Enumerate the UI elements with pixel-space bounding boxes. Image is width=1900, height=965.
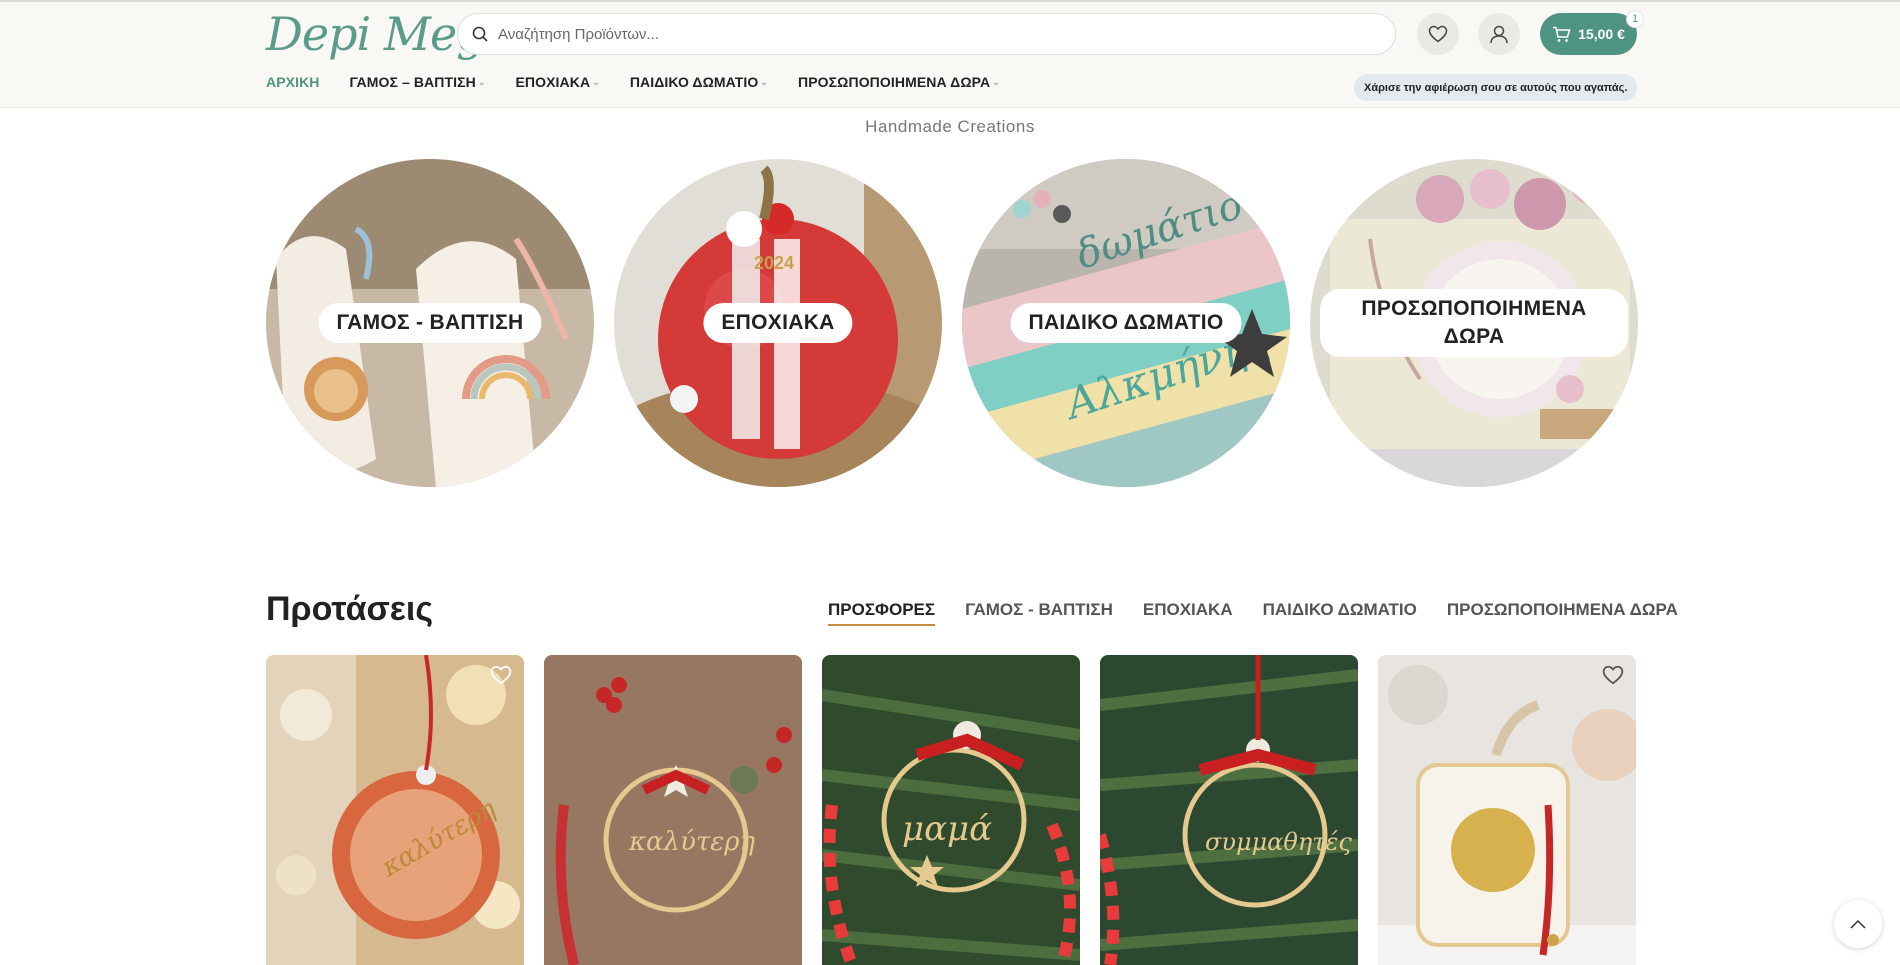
svg-text:συμμαθητές: συμμαθητές — [1205, 828, 1352, 856]
category-label: ΠΑΙΔΙΚΟ ΔΩΜΑΤΙΟ — [1010, 303, 1242, 343]
site-header: Depi Meg 15,00 € 1 ΑΡΧΙΚΗ ΓΑΜΟΣ – ΒΑΠΤΙΣ… — [0, 0, 1900, 108]
chevron-down-icon: ⌄ — [477, 76, 486, 87]
svg-text:καλύτερη: καλύτερη — [628, 827, 756, 857]
account-button[interactable] — [1478, 13, 1520, 55]
category-personalized-gifts[interactable]: ΠΡΟΣΩΠΟΠΟΙΗΜΕΝΑ ΔΩΡΑ — [1310, 159, 1638, 487]
main-navigation: ΑΡΧΙΚΗ ΓΑΜΟΣ – ΒΑΠΤΙΣΗ ⌄ ΕΠΟΧΙΑΚΑ ⌄ ΠΑΙΔΙΚ… — [266, 74, 1030, 90]
chevron-down-icon: ⌄ — [592, 76, 600, 87]
category-wedding-baptism[interactable]: ΓΑΜΟΣ - ΒΑΠΤΙΣΗ — [266, 159, 594, 487]
product-card[interactable]: συμμαθητές — [1100, 655, 1358, 965]
heart-icon — [1602, 665, 1624, 685]
search-bar[interactable] — [457, 13, 1396, 55]
category-label: ΠΡΟΣΩΠΟΠΟΙΗΜΕΝΑ ΔΩΡΑ — [1320, 289, 1628, 357]
product-card[interactable]: μαμά — [822, 655, 1080, 965]
heart-icon — [1428, 25, 1448, 43]
category-label: ΓΑΜΟΣ - ΒΑΠΤΙΣΗ — [318, 303, 542, 343]
svg-text:2024: 2024 — [754, 253, 794, 273]
promo-message: Χάρισε την αφιέρωση σου σε αυτούς που αγ… — [1354, 74, 1638, 101]
cart-button[interactable]: 15,00 € — [1540, 13, 1637, 55]
section-title: Προτάσεις — [266, 590, 434, 628]
site-logo[interactable]: Depi Meg — [266, 6, 486, 62]
nav-item-label: ΓΑΜΟΣ – ΒΑΠΤΙΣΗ — [349, 74, 476, 90]
tab-kids-room[interactable]: ΠΑΙΔΙΚΟ ΔΩΜΑΤΙΟ — [1263, 600, 1417, 626]
product-image: μαμά — [822, 655, 1080, 965]
nav-item-personalized-gifts[interactable]: ΠΡΟΣΩΠΟΠΟΙΗΜΕΝΑ ΔΩΡΑ ⌄ — [798, 74, 1000, 90]
tab-seasonal[interactable]: ΕΠΟΧΙΑΚΑ — [1143, 600, 1233, 626]
chevron-down-icon: ⌄ — [992, 76, 1000, 87]
cart-total: 15,00 € — [1578, 26, 1625, 42]
tab-wedding-baptism[interactable]: ΓΑΜΟΣ - ΒΑΠΤΙΣΗ — [965, 600, 1113, 626]
wishlist-button[interactable] — [1417, 13, 1459, 55]
product-card[interactable]: καλύτερη — [266, 655, 524, 965]
product-card[interactable]: καλύτερη — [544, 655, 802, 965]
nav-item-label: ΕΠΟΧΙΑΚΑ — [515, 74, 591, 90]
product-image — [1378, 655, 1636, 965]
heart-icon — [490, 665, 512, 685]
svg-text:μαμά: μαμά — [902, 809, 992, 849]
chevron-down-icon: ⌄ — [760, 76, 769, 87]
cart-icon — [1553, 26, 1571, 42]
hero-tagline: Handmade Creations — [865, 117, 1035, 136]
cart-count-badge: 1 — [1626, 10, 1644, 28]
nav-item-kids-room[interactable]: ΠΑΙΔΙΚΟ ΔΩΜΑΤΙΟ ⌄ — [630, 74, 768, 90]
user-icon — [1490, 25, 1508, 44]
product-image: συμμαθητές — [1100, 655, 1358, 965]
add-to-wishlist-button[interactable] — [490, 665, 512, 690]
scroll-to-top-button[interactable] — [1834, 900, 1882, 948]
nav-item-seasonal[interactable]: ΕΠΟΧΙΑΚΑ ⌄ — [515, 74, 599, 90]
nav-item-label: ΑΡΧΙΚΗ — [266, 74, 320, 90]
search-icon — [472, 26, 488, 42]
product-card[interactable] — [1378, 655, 1636, 965]
product-image: καλύτερη — [544, 655, 802, 965]
category-seasonal[interactable]: 2024 ΕΠΟΧΙΑΚΑ — [614, 159, 942, 487]
nav-item-label: ΠΑΙΔΙΚΟ ΔΩΜΑΤΙΟ — [629, 74, 759, 90]
tab-offers[interactable]: ΠΡΟΣΦΟΡΕΣ — [828, 600, 936, 626]
nav-item-home[interactable]: ΑΡΧΙΚΗ — [266, 74, 320, 90]
category-kids-room[interactable]: δωμάτιο Αλκμήνης ΠΑΙΔΙΚΟ ΔΩΜΑΤΙΟ — [962, 159, 1290, 487]
product-image: καλύτερη — [266, 655, 524, 965]
nav-item-wedding-baptism[interactable]: ΓΑΜΟΣ – ΒΑΠΤΙΣΗ ⌄ — [350, 74, 486, 90]
chevron-up-icon — [1850, 919, 1866, 929]
nav-item-label: ΠΡΟΣΩΠΟΠΟΙΗΜΕΝΑ ΔΩΡΑ — [798, 74, 991, 90]
tab-personalized-gifts[interactable]: ΠΡΟΣΩΠΟΠΟΙΗΜΕΝΑ ΔΩΡΑ — [1447, 600, 1678, 626]
search-input[interactable] — [498, 25, 1378, 43]
category-label: ΕΠΟΧΙΑΚΑ — [703, 303, 853, 343]
suggestions-tabs: ΠΡΟΣΦΟΡΕΣ ΓΑΜΟΣ - ΒΑΠΤΙΣΗ ΕΠΟΧΙΑΚΑ ΠΑΙΔΙ… — [828, 600, 1678, 626]
add-to-wishlist-button[interactable] — [1602, 665, 1624, 690]
